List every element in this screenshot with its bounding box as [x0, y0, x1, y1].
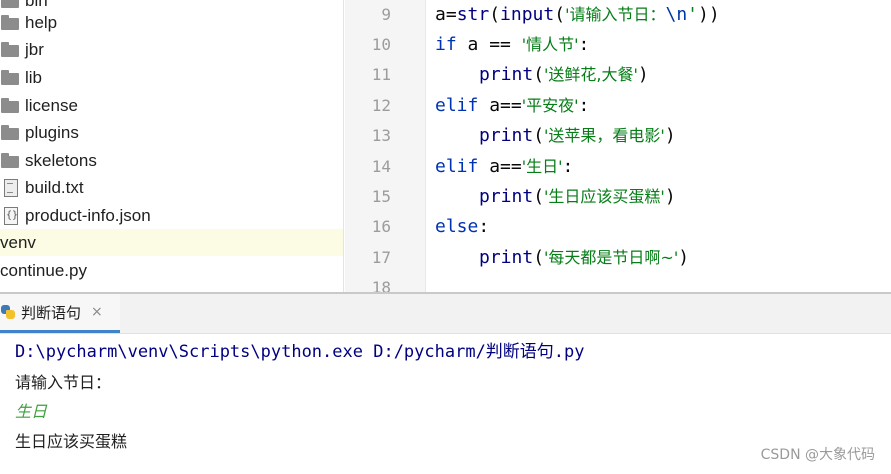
- tree-item-build-txt[interactable]: build.txt: [0, 174, 343, 201]
- run-console[interactable]: D:\pycharm\venv\Scripts\python.exe D:/py…: [0, 335, 891, 474]
- line-number: 17: [371, 248, 391, 267]
- console-prompt: 请输入节日：: [15, 373, 112, 392]
- json-file-icon: {}: [1, 206, 20, 226]
- line-number: 13: [371, 126, 391, 145]
- run-tab-bar: 判断语句 ×: [0, 294, 891, 334]
- tree-item-label: license: [25, 96, 78, 115]
- tree-item-label: jbr: [25, 40, 44, 59]
- line-number: 12: [371, 96, 391, 115]
- tree-item-lib[interactable]: lib: [0, 64, 343, 91]
- folder-icon: [1, 151, 20, 171]
- tree-item-label: lib: [25, 68, 43, 87]
- tree-item-venv[interactable]: venv: [0, 229, 343, 256]
- console-user-input: 生日: [15, 402, 48, 421]
- line-number: 9: [381, 5, 391, 24]
- folder-icon: [1, 13, 20, 33]
- tree-item-jbr[interactable]: jbr: [0, 36, 343, 63]
- tree-item-label: build.txt: [25, 178, 84, 197]
- project-tree: bin help jbr lib license plugins skeleto…: [0, 0, 344, 292]
- tree-item-label: product-info.json: [25, 206, 151, 225]
- line-number: 16: [371, 217, 391, 236]
- tree-item-label: venv: [0, 233, 36, 252]
- tree-item-product-info-json[interactable]: {} product-info.json: [0, 202, 343, 229]
- code-line-13: print('送苹果，看电影'): [479, 125, 676, 146]
- tree-item-continue-py[interactable]: continue.py: [0, 257, 343, 284]
- editor-gutter: 9 10 11 12 13 14 15 16 17 18: [345, 0, 426, 297]
- close-icon[interactable]: ×: [91, 304, 103, 320]
- folder-icon: [1, 40, 20, 60]
- code-line-11: print('送鲜花,大餐'): [479, 64, 649, 85]
- code-line-9: a=str(input('请输入节日：\n')): [435, 4, 720, 25]
- folder-icon: [1, 68, 20, 88]
- code-line-17: print('每天都是节日啊~'): [479, 247, 690, 268]
- tree-item-help[interactable]: help: [0, 9, 343, 36]
- code-line-12: elif a=='平安夜':: [435, 95, 590, 116]
- code-line-10: if a == '情人节':: [435, 34, 590, 55]
- tree-item-skeletons[interactable]: skeletons: [0, 147, 343, 174]
- tree-item-label: help: [25, 13, 58, 32]
- console-output: 生日应该买蛋糕: [15, 432, 128, 451]
- folder-icon: [1, 123, 20, 143]
- line-number: 14: [371, 157, 391, 176]
- tree-item-label: plugins: [25, 123, 79, 142]
- folder-icon: [1, 96, 20, 116]
- line-number: 11: [371, 65, 391, 84]
- tree-item-license[interactable]: license: [0, 92, 343, 119]
- code-line-15: print('生日应该买蛋糕'): [479, 186, 676, 207]
- tree-item-label: continue.py: [0, 261, 87, 280]
- console-command-line: D:\pycharm\venv\Scripts\python.exe D:/py…: [15, 342, 585, 362]
- code-editor[interactable]: a=str(input('请输入节日：\n')) if a == '情人节': …: [427, 0, 891, 292]
- python-icon: [1, 305, 15, 319]
- text-file-icon: [1, 178, 20, 198]
- code-line-14: elif a=='生日':: [435, 156, 574, 177]
- watermark: CSDN @大象代码: [760, 447, 875, 463]
- tab-run-config[interactable]: 判断语句 ×: [0, 294, 120, 333]
- tree-item-plugins[interactable]: plugins: [0, 119, 343, 146]
- code-line-16: else:: [435, 216, 490, 237]
- tab-label: 判断语句: [21, 303, 82, 322]
- tree-item-label: skeletons: [25, 151, 97, 170]
- line-number: 15: [371, 187, 391, 206]
- line-number: 10: [371, 35, 391, 54]
